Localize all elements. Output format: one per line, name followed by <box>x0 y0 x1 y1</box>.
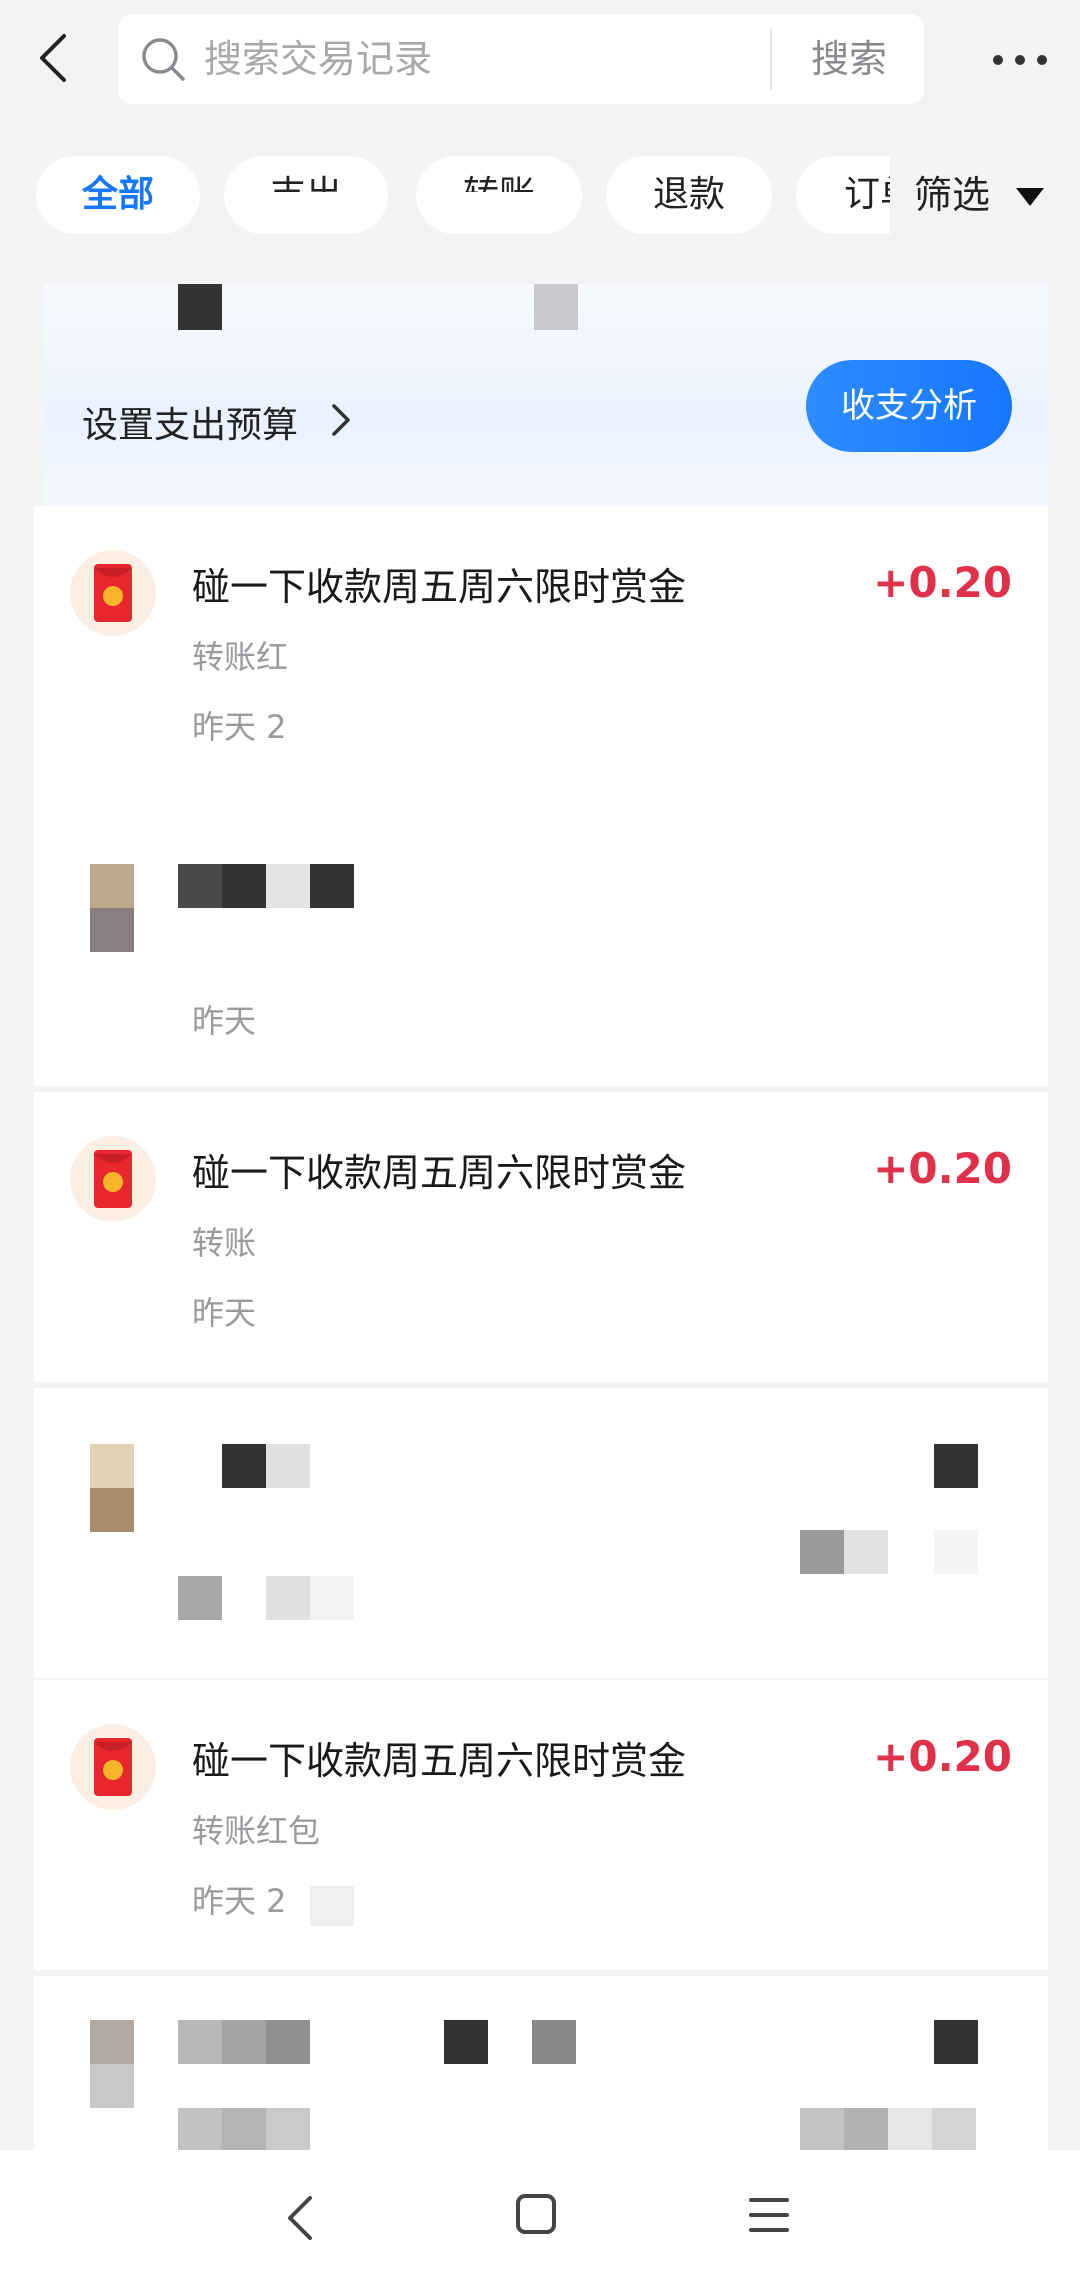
caret-down-icon <box>1016 188 1044 206</box>
chip-all[interactable]: 全部 <box>36 156 200 234</box>
mosaic-block <box>934 1444 978 1488</box>
back-button[interactable] <box>28 28 78 88</box>
chip-refund[interactable]: 退款 <box>606 156 772 234</box>
transaction-subtitle: 转账 <box>192 1224 257 1262</box>
transaction-amount: +0.20 <box>873 1732 1012 1781</box>
top-bar: 搜索交易记录 搜索 <box>0 0 1080 130</box>
mosaic-block <box>844 2108 888 2150</box>
transaction-row[interactable]: 碰一下收款周五周六限时赏金 +0.20 转账红 昨天 2 <box>34 506 1048 796</box>
chevron-left-icon <box>40 34 66 82</box>
mosaic-block <box>178 2020 222 2064</box>
mosaic-block <box>534 284 578 330</box>
filter-button[interactable]: 筛选 <box>890 156 1080 234</box>
mosaic-block <box>266 1576 310 1620</box>
search-button[interactable]: 搜索 <box>774 14 924 104</box>
mosaic-block <box>844 1530 888 1574</box>
transaction-row[interactable] <box>34 1388 1048 1678</box>
chip-expense[interactable]: 支出 <box>224 156 388 234</box>
filter-label: 筛选 <box>914 173 991 217</box>
mosaic-block <box>90 864 134 908</box>
mosaic-block <box>222 1444 266 1488</box>
transaction-date: 昨天 <box>192 1294 257 1332</box>
nav-menu-icon[interactable] <box>748 2194 790 2236</box>
transaction-date: 昨天 <box>192 1002 257 1040</box>
mosaic-block <box>266 2108 310 2150</box>
transaction-row[interactable]: 昨天 <box>34 796 1048 1086</box>
mosaic-block <box>222 2020 266 2064</box>
mosaic-block <box>532 2020 576 2064</box>
budget-label: 设置支出预算 <box>82 405 299 446</box>
income-expense-analysis-button[interactable]: 收支分析 <box>806 360 1012 452</box>
mosaic-block <box>310 864 354 908</box>
search-input[interactable]: 搜索交易记录 搜索 <box>118 14 924 104</box>
mosaic-block <box>90 1444 134 1488</box>
system-navigation-bar <box>0 2150 1080 2286</box>
transaction-amount: +0.20 <box>873 558 1012 607</box>
chip-transfer-cover <box>416 192 582 234</box>
transaction-subtitle: 转账红包 <box>192 1812 321 1850</box>
mosaic-block <box>266 1444 310 1488</box>
more-button[interactable] <box>990 40 1050 80</box>
mosaic-block <box>444 2020 488 2064</box>
transaction-date: 昨天 2 <box>192 708 287 746</box>
mosaic-block <box>934 1530 978 1574</box>
mosaic-block <box>888 2108 932 2150</box>
mosaic-block <box>178 864 222 908</box>
mosaic-block <box>310 1886 354 1926</box>
mosaic-block <box>178 284 222 330</box>
transaction-row[interactable]: 碰一下收款周五周六限时赏金 +0.20 转账红包 昨天 2 <box>34 1680 1048 1970</box>
transaction-title: 碰一下收款周五周六限时赏金 <box>192 1151 687 1195</box>
mosaic-block <box>90 908 134 952</box>
more-dots-icon <box>993 55 1047 65</box>
transaction-row[interactable] <box>34 1976 1048 2150</box>
search-icon <box>142 38 185 81</box>
mosaic-block <box>266 864 310 908</box>
mosaic-block <box>800 2108 844 2150</box>
filter-chips: 全部 支出 转账 退款 订单 筛选 <box>0 156 1080 236</box>
transaction-title: 碰一下收款周五周六限时赏金 <box>192 1739 687 1783</box>
mosaic-block <box>222 864 266 908</box>
transaction-date: 昨天 2 <box>192 1882 287 1920</box>
red-packet-icon <box>70 1136 156 1222</box>
chip-transfer[interactable]: 转账 <box>416 156 582 234</box>
transaction-amount: +0.20 <box>873 1144 1012 1193</box>
mosaic-block <box>800 1530 844 1574</box>
mosaic-block <box>90 2020 134 2064</box>
search-divider <box>770 28 772 90</box>
red-packet-icon <box>70 550 156 636</box>
nav-home-icon[interactable] <box>514 2192 558 2236</box>
mosaic-block <box>932 2108 976 2150</box>
transaction-title: 碰一下收款周五周六限时赏金 <box>192 565 687 609</box>
mosaic-block <box>266 2020 310 2064</box>
mosaic-block <box>178 2108 222 2150</box>
chevron-right-icon <box>332 404 350 436</box>
mosaic-block <box>310 1576 354 1620</box>
mosaic-block <box>90 2064 134 2108</box>
red-packet-icon <box>70 1724 156 1810</box>
mosaic-block <box>178 1576 222 1620</box>
transaction-subtitle: 转账红 <box>192 638 289 676</box>
mosaic-block <box>90 1488 134 1532</box>
mosaic-block <box>934 2020 978 2064</box>
budget-banner: 设置支出预算 收支分析 <box>44 284 1048 506</box>
search-placeholder: 搜索交易记录 <box>204 37 433 81</box>
chip-expense-cover <box>224 192 388 234</box>
mosaic-block <box>222 2108 266 2150</box>
transaction-row[interactable]: 碰一下收款周五周六限时赏金 +0.20 转账 昨天 <box>34 1092 1048 1382</box>
nav-back-icon[interactable] <box>280 2190 320 2246</box>
